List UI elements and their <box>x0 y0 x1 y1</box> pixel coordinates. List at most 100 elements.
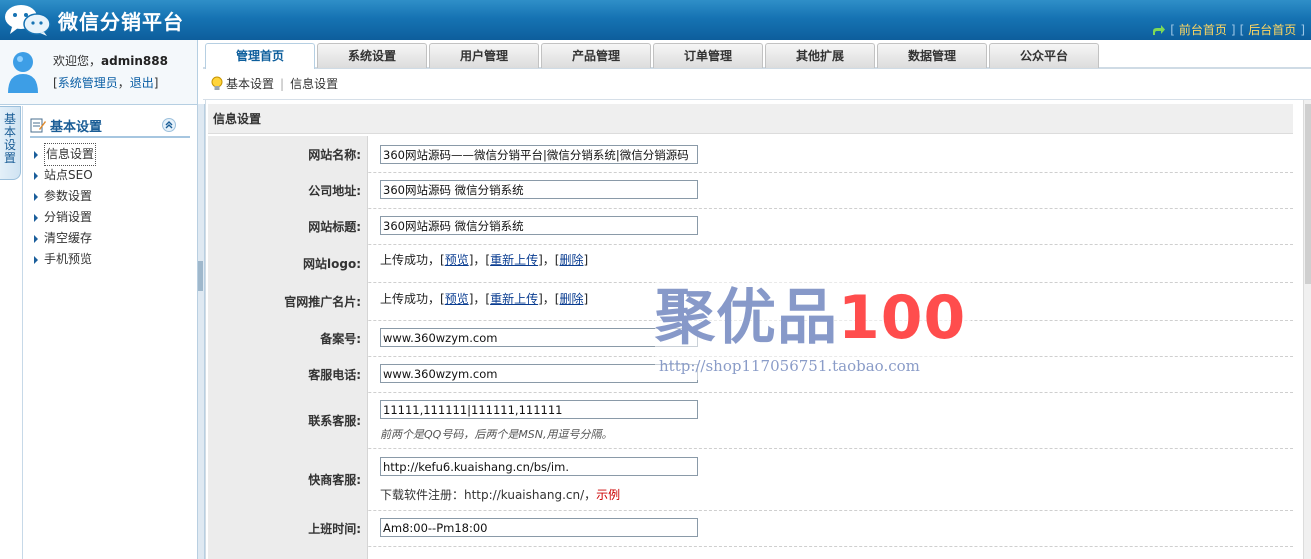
example-link[interactable]: 示例 <box>596 488 620 502</box>
kuaishang-label: 快商客服: <box>208 448 368 510</box>
row-next <box>208 546 1293 559</box>
arrow-right-icon <box>34 150 38 159</box>
service-phone-input[interactable] <box>380 364 698 383</box>
splitter-grip[interactable] <box>198 261 203 291</box>
upload-status: 上传成功， <box>380 253 441 267</box>
tab-user-management[interactable]: 用户管理 <box>429 43 539 68</box>
user-panel: 欢迎您，admin888 [系统管理员，退出] <box>0 40 198 105</box>
contact-service-input[interactable] <box>380 400 698 419</box>
icp-label: 备案号: <box>208 320 368 356</box>
arrow-right-icon <box>34 234 38 243</box>
collapse-up-icon[interactable] <box>162 118 176 132</box>
card-reupload-link[interactable]: 重新上传 <box>490 292 538 306</box>
tab-public-platform[interactable]: 公众平台 <box>989 43 1099 68</box>
menu-item-mobile-preview[interactable]: 手机预览 <box>30 249 190 270</box>
company-address-label: 公司地址: <box>208 172 368 208</box>
notepad-icon <box>30 118 46 133</box>
work-time-label: 上班时间: <box>208 510 368 546</box>
site-title-input[interactable] <box>380 216 698 235</box>
link-separator: ] <box>1300 22 1305 37</box>
menu-item-label: 分销设置 <box>44 210 93 224</box>
app-title: 微信分销平台 <box>58 9 184 34</box>
link-separator: [ <box>1170 22 1175 37</box>
back-home-link[interactable]: 后台首页 <box>1248 21 1296 38</box>
menu-item-clear-cache[interactable]: 清空缓存 <box>30 228 190 249</box>
row-site-logo: 网站logo: 上传成功，[预览]，[重新上传]，[删除] <box>208 244 1293 283</box>
lightbulb-icon <box>211 76 223 90</box>
breadcrumb: 基本设置 | 信息设置 <box>211 75 338 92</box>
menu-item-label: 参数设置 <box>44 189 93 203</box>
top-links: [ 前台首页 ] [ 后台首页 ] <box>1152 21 1305 38</box>
tab-data-management[interactable]: 数据管理 <box>877 43 987 68</box>
row-site-title: 网站标题: <box>208 208 1293 245</box>
menu-item-info-settings[interactable]: 信息设置 <box>30 143 190 166</box>
contact-service-note: 前两个是QQ号码，后两个是MSN,用逗号分隔。 <box>380 428 613 441</box>
front-home-link[interactable]: 前台首页 <box>1179 21 1227 38</box>
link-separator: [ <box>1239 22 1245 37</box>
main-tabs: 管理首页 系统设置 用户管理 产品管理 订单管理 其他扩展 数据管理 公众平台 <box>203 40 1311 70</box>
menu-header[interactable]: 基本设置 <box>30 114 190 138</box>
hint-text: 下载软件注册：http://kuaishang.cn/， <box>380 488 597 502</box>
tab-product-management[interactable]: 产品管理 <box>541 43 651 68</box>
company-address-input[interactable] <box>380 180 698 199</box>
tab-system-settings[interactable]: 系统设置 <box>317 43 427 68</box>
side-vertical-tab[interactable]: 基本设置 <box>0 106 21 180</box>
menu-item-label: 信息设置 <box>44 143 97 166</box>
menu-list: 信息设置 站点SEO 参数设置 分销设置 清空缓存 手机预览 <box>30 143 190 270</box>
breadcrumb-separator: | <box>280 76 285 91</box>
upload-status: 上传成功， <box>380 292 441 306</box>
section-title: 信息设置 <box>208 104 1293 134</box>
arrow-right-icon <box>34 255 38 264</box>
arrow-right-icon <box>34 192 38 201</box>
next-row-label <box>208 546 368 559</box>
row-contact-service: 联系客服: 前两个是QQ号码，后两个是MSN,用逗号分隔。 <box>208 392 1293 449</box>
card-preview-link[interactable]: 预览 <box>445 292 469 306</box>
row-kuaishang: 快商客服: 下载软件注册：http://kuaishang.cn/，示例 <box>208 448 1293 511</box>
site-name-label: 网站名称: <box>208 136 368 172</box>
kuaishang-input[interactable] <box>380 457 698 476</box>
home-arrow-icon <box>1153 24 1166 35</box>
scrollbar-thumb[interactable] <box>1305 104 1311 284</box>
vertical-scrollbar[interactable] <box>1303 100 1311 559</box>
contact-service-label: 联系客服: <box>208 392 368 448</box>
promo-card-label: 官网推广名片: <box>208 282 368 320</box>
row-company-address: 公司地址: <box>208 172 1293 209</box>
side-tab-label: 基本设置 <box>4 112 17 165</box>
menu-item-label: 手机预览 <box>44 252 93 266</box>
role-line: [系统管理员，退出] <box>53 76 159 90</box>
kuaishang-hint: 下载软件注册：http://kuaishang.cn/，示例 <box>380 486 620 503</box>
menu-item-param-settings[interactable]: 参数设置 <box>30 186 190 207</box>
arrow-right-icon <box>34 213 38 222</box>
row-icp: 备案号: <box>208 320 1293 357</box>
breadcrumb-current: 信息设置 <box>290 77 339 91</box>
panel-splitter[interactable] <box>197 104 205 559</box>
breadcrumb-first[interactable]: 基本设置 <box>226 75 274 92</box>
role-link[interactable]: 系统管理员 <box>58 76 118 90</box>
logout-link[interactable]: 退出 <box>130 76 154 90</box>
tab-other-extensions[interactable]: 其他扩展 <box>765 43 875 68</box>
menu-title: 基本设置 <box>50 119 103 135</box>
site-title-label: 网站标题: <box>208 208 368 244</box>
welcome-text: 欢迎您，admin888 <box>53 52 168 69</box>
logo-reupload-link[interactable]: 重新上传 <box>490 253 538 267</box>
row-site-name: 网站名称: <box>208 136 1293 173</box>
app-logo: 微信分销平台 <box>4 2 184 38</box>
site-logo-upload: 上传成功，[预览]，[重新上传]，[删除] <box>380 253 589 267</box>
work-time-input[interactable] <box>380 518 698 537</box>
top-header: 微信分销平台 [ 前台首页 ] [ 后台首页 ] <box>0 0 1311 40</box>
logo-delete-link[interactable]: 删除 <box>559 253 583 267</box>
menu-item-distribution-settings[interactable]: 分销设置 <box>30 207 190 228</box>
site-logo-label: 网站logo: <box>208 244 368 282</box>
card-delete-link[interactable]: 删除 <box>559 292 583 306</box>
row-service-phone: 客服电话: <box>208 356 1293 393</box>
menu-item-site-seo[interactable]: 站点SEO <box>30 165 190 186</box>
service-phone-label: 客服电话: <box>208 356 368 392</box>
promo-card-upload: 上传成功，[预览]，[重新上传]，[删除] <box>380 292 589 306</box>
row-promo-card: 官网推广名片: 上传成功，[预览]，[重新上传]，[删除] <box>208 282 1293 321</box>
username: admin888 <box>101 54 168 68</box>
tab-order-management[interactable]: 订单管理 <box>653 43 763 68</box>
icp-input[interactable] <box>380 328 698 347</box>
site-name-input[interactable] <box>380 145 698 164</box>
logo-preview-link[interactable]: 预览 <box>445 253 469 267</box>
tab-admin-home[interactable]: 管理首页 <box>205 43 315 70</box>
